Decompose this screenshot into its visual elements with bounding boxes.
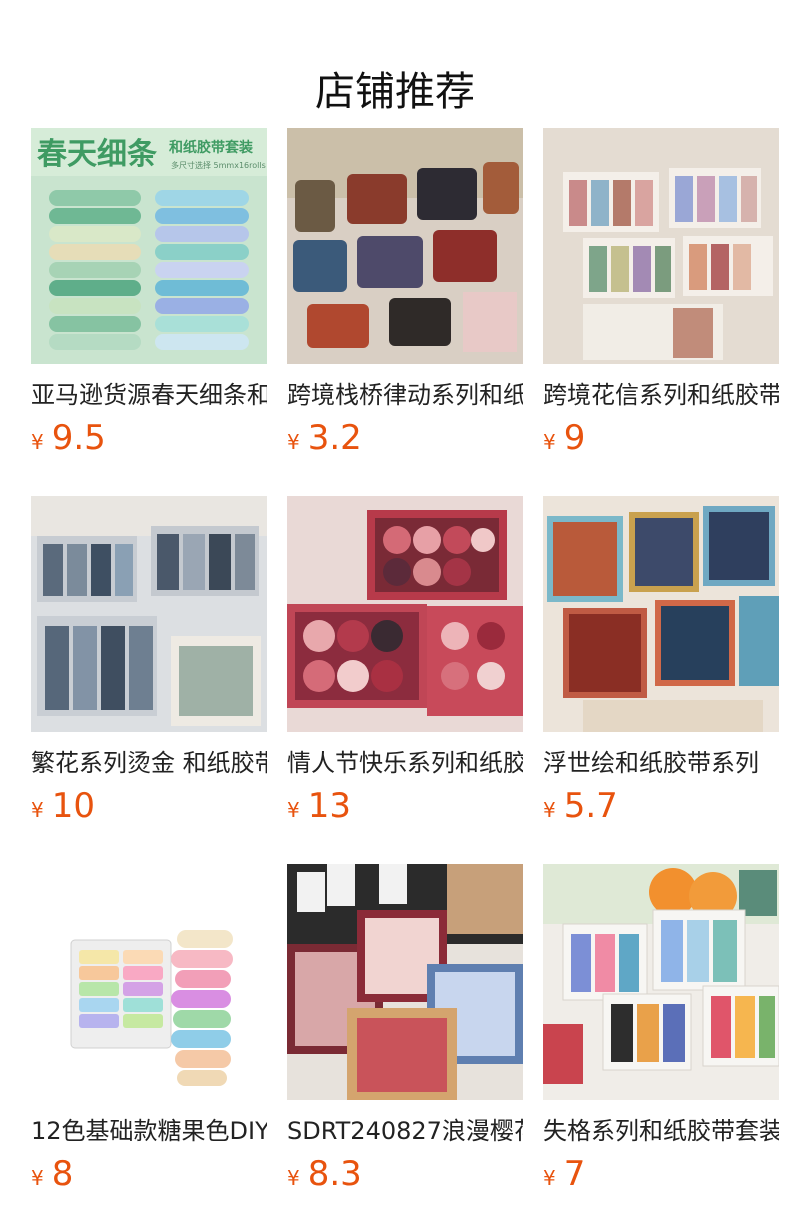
product-grid: 春天细条 和纸胶带套装 多尺寸选择 5mmx16rolls 亚马逊货源春天细条和… [31,128,779,1232]
product-name[interactable]: 情人节快乐系列和纸胶带 [287,746,523,780]
product-name[interactable]: 浮世绘和纸胶带系列 [543,746,779,780]
product-price: ¥13 [287,782,351,830]
price-value: 10 [51,786,95,826]
product-image[interactable] [543,496,779,732]
section-title: 店铺推荐 [315,68,475,115]
product-card[interactable]: 12色基础款糖果色DIY和纸胶带 ¥8 [31,864,267,1232]
product-price: ¥9.5 [31,414,106,462]
product-name[interactable]: 跨境栈桥律动系列和纸胶带 [287,378,523,412]
product-image[interactable] [543,128,779,364]
product-name[interactable]: 12色基础款糖果色DIY和纸胶带 [31,1114,267,1148]
product-price: ¥5.7 [543,782,618,830]
product-card[interactable]: 春天细条 和纸胶带套装 多尺寸选择 5mmx16rolls 亚马逊货源春天细条和… [31,128,267,496]
product-image[interactable] [31,496,267,732]
product-image[interactable] [543,864,779,1100]
shop-recommendation-page: 店铺推荐 春天细条 和纸胶带套装 多尺寸选择 5mmx16rolls 亚马逊货源… [0,0,790,1232]
product-image[interactable]: 春天细条 和纸胶带套装 多尺寸选择 5mmx16rolls [31,128,267,364]
product-price: ¥10 [31,782,95,830]
price-value: 5.7 [563,786,618,826]
product-image[interactable] [287,864,523,1100]
currency-symbol: ¥ [543,1166,556,1190]
thumb-caption: 多尺寸选择 5mmx16rolls [171,160,266,170]
product-card[interactable]: SDRT240827浪漫樱花系列 ¥8.3 [287,864,523,1232]
price-value: 9 [563,418,586,458]
product-price: ¥8 [31,1150,73,1198]
product-card[interactable]: 跨境花信系列和纸胶带 ¥9 [543,128,779,496]
product-name[interactable]: 亚马逊货源春天细条和纸胶带套装 [31,378,267,412]
currency-symbol: ¥ [31,1166,44,1190]
thumb-title: 春天细条 [37,137,157,172]
currency-symbol: ¥ [543,430,556,454]
product-image[interactable] [287,128,523,364]
price-value: 13 [307,786,351,826]
product-name[interactable]: 失格系列和纸胶带套装 [543,1114,779,1148]
product-name[interactable]: 繁花系列烫金 和纸胶带 [31,746,267,780]
currency-symbol: ¥ [543,798,556,822]
product-price: ¥8.3 [287,1150,362,1198]
product-price: ¥7 [543,1150,585,1198]
currency-symbol: ¥ [31,798,44,822]
currency-symbol: ¥ [287,798,300,822]
product-name[interactable]: 跨境花信系列和纸胶带 [543,378,779,412]
product-name[interactable]: SDRT240827浪漫樱花系列 [287,1114,523,1148]
product-card[interactable]: 浮世绘和纸胶带系列 ¥5.7 [543,496,779,864]
product-price: ¥3.2 [287,414,362,462]
price-value: 8.3 [307,1154,362,1194]
product-image[interactable] [287,496,523,732]
product-card[interactable]: 失格系列和纸胶带套装 ¥7 [543,864,779,1232]
product-card[interactable]: 情人节快乐系列和纸胶带 ¥13 [287,496,523,864]
price-value: 8 [51,1154,74,1194]
product-price: ¥9 [543,414,585,462]
product-card[interactable]: 繁花系列烫金 和纸胶带 ¥10 [31,496,267,864]
price-value: 9.5 [51,418,106,458]
product-card[interactable]: 跨境栈桥律动系列和纸胶带 ¥3.2 [287,128,523,496]
currency-symbol: ¥ [287,430,300,454]
price-value: 3.2 [307,418,362,458]
price-value: 7 [563,1154,586,1194]
currency-symbol: ¥ [31,430,44,454]
product-image[interactable] [31,864,267,1100]
thumb-subtitle: 和纸胶带套装 [169,139,254,156]
currency-symbol: ¥ [287,1166,300,1190]
